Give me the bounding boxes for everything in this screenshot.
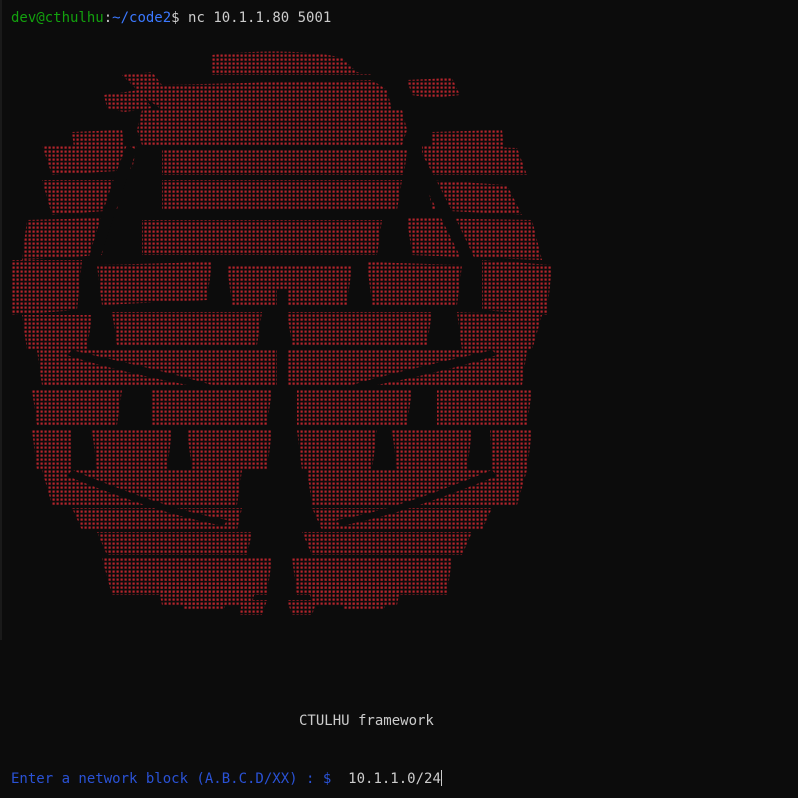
cthulhu-ascii-art-icon bbox=[12, 50, 552, 620]
terminal-window[interactable]: dev@cthulhu:~/code2$ nc 10.1.1.80 5001 C… bbox=[0, 0, 798, 798]
shell-command: nc 10.1.1.80 5001 bbox=[188, 10, 332, 26]
window-edge bbox=[0, 0, 2, 640]
network-block-prompt: Enter a network block (A.B.C.D/XX) : $ bbox=[11, 771, 349, 787]
shell-prompt-line: dev@cthulhu:~/code2$ nc 10.1.1.80 5001 bbox=[11, 10, 331, 26]
ascii-art-canvas bbox=[12, 51, 552, 615]
framework-title: CTULHU framework bbox=[299, 713, 434, 729]
prompt-colon: : bbox=[103, 10, 113, 26]
network-block-input[interactable]: 10.1.1.0/24 bbox=[348, 771, 441, 787]
text-cursor bbox=[440, 770, 442, 786]
prompt-symbol: $ bbox=[171, 10, 189, 26]
prompt-user: dev@cthulhu bbox=[11, 10, 104, 26]
network-block-input-line[interactable]: Enter a network block (A.B.C.D/XX) : $ 1… bbox=[11, 770, 442, 787]
prompt-path: ~/code2 bbox=[112, 10, 172, 26]
